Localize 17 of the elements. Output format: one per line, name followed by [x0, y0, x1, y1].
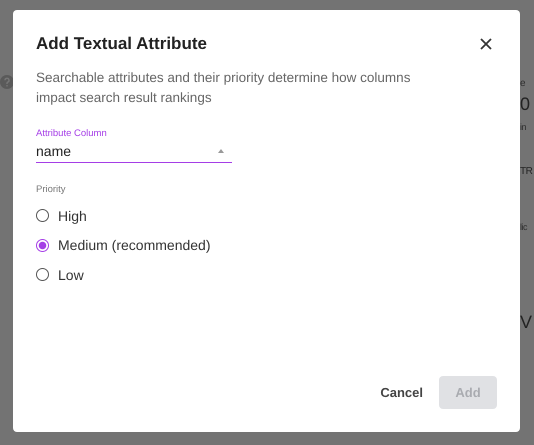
dialog-title: Add Textual Attribute	[36, 34, 207, 54]
close-button[interactable]	[480, 38, 492, 50]
radio-option[interactable]: Low	[36, 260, 84, 290]
background-text: lic	[520, 222, 527, 234]
cancel-button[interactable]: Cancel	[380, 376, 423, 409]
caret-icon	[218, 149, 224, 153]
priority-label: Priority	[36, 184, 66, 195]
background-text: 0	[520, 94, 530, 116]
background-text: V	[520, 312, 532, 334]
attribute-column-select[interactable]: Attribute Column name	[36, 128, 232, 163]
background-text: e	[520, 78, 526, 91]
radio-option[interactable]: High	[36, 201, 87, 230]
close-icon	[480, 38, 492, 50]
background-text: in	[520, 122, 526, 134]
dialog-description: Searchable attributes and their priority determine how columns impact search result rankings	[36, 69, 412, 107]
background-text: TR	[520, 166, 532, 179]
radio-option[interactable]: Medium (recommended)	[36, 230, 210, 260]
